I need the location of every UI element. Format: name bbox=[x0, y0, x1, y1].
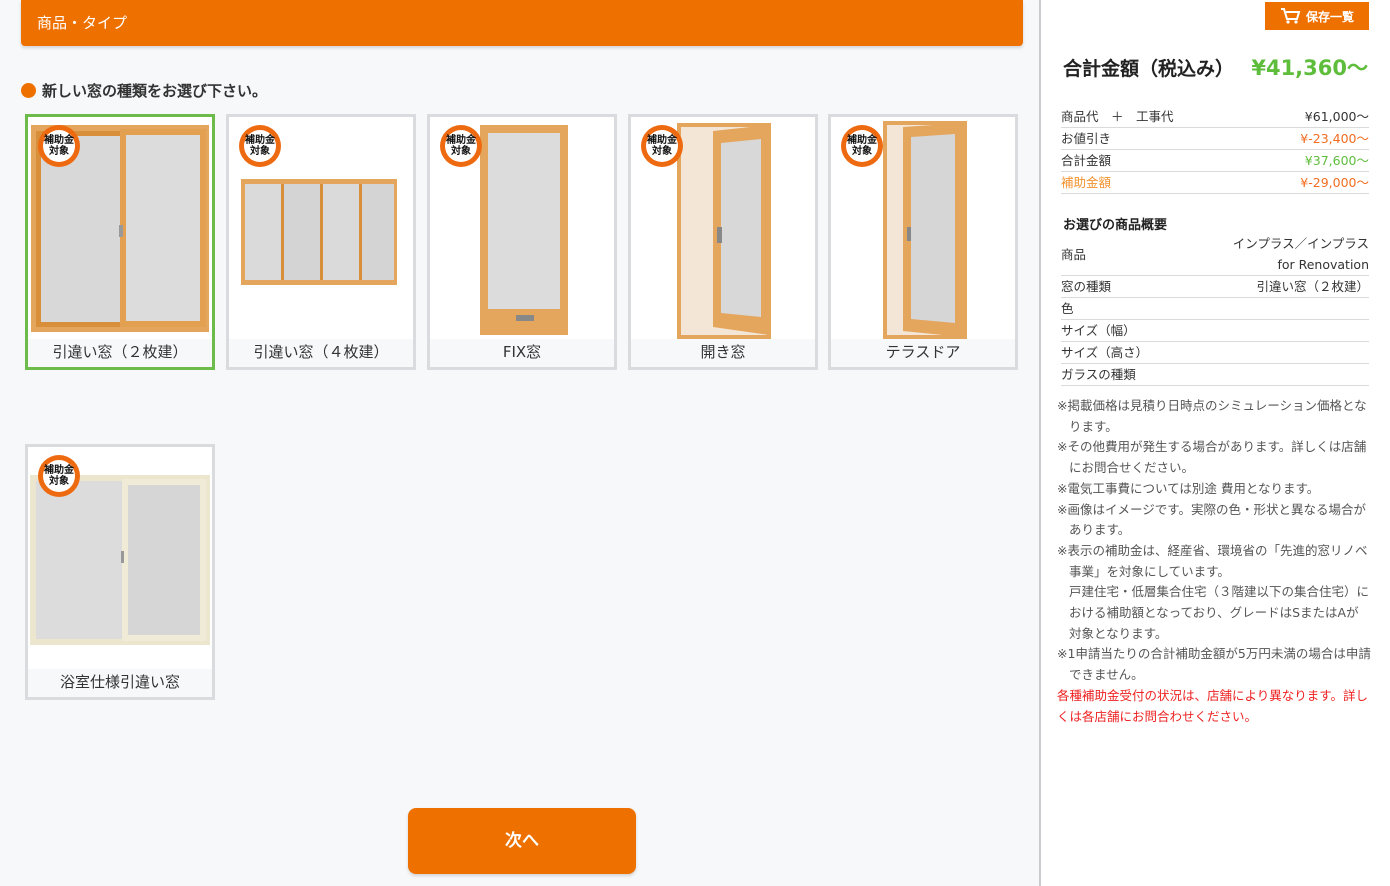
subsidy-badge: 補助金 対象 bbox=[440, 125, 482, 167]
subsidy-badge: 補助金 対象 bbox=[641, 125, 683, 167]
price-row: お値引き ¥-23,400〜 bbox=[1061, 128, 1369, 150]
total-value: ¥41,360〜 bbox=[1251, 56, 1368, 80]
summary-row-value: 引違い窓（２枚建） bbox=[1256, 279, 1369, 294]
price-row-label: 補助金額 bbox=[1061, 175, 1112, 190]
subsidy-badge: 補助金 対象 bbox=[38, 125, 80, 167]
price-row: 補助金額 ¥-29,000〜 bbox=[1061, 172, 1369, 194]
note-item: ※画像はイメージです。実際の色・形状と異なる場合があります。 bbox=[1057, 501, 1366, 538]
note-item: ※掲載価格は見積り日時点のシミュレーション価格となります。 bbox=[1057, 398, 1367, 434]
summary-row-label: 窓の種類 bbox=[1061, 279, 1112, 294]
subsidy-badge-text: 補助金 対象 bbox=[43, 130, 75, 162]
subsidy-badge-text: 補助金 対象 bbox=[846, 130, 878, 162]
price-row: 商品代 ＋ 工事代 ¥61,000〜 bbox=[1061, 106, 1369, 128]
total-label: 合計金額（税込み） bbox=[1063, 57, 1235, 80]
subsidy-badge: 補助金 対象 bbox=[38, 455, 80, 497]
price-row-value: ¥61,000〜 bbox=[1304, 109, 1369, 124]
summary-row-label: サイズ（高さ） bbox=[1061, 345, 1149, 360]
summary-row: ガラスの種類 bbox=[1061, 364, 1369, 386]
section-header: 商品・タイプ bbox=[21, 0, 1023, 46]
prompt: 新しい窓の種類をお選び下さい。 bbox=[21, 80, 267, 101]
subsidy-badge: 補助金 対象 bbox=[239, 125, 281, 167]
prompt-text: 新しい窓の種類をお選び下さい。 bbox=[42, 82, 268, 100]
window-type-card-terrace-door[interactable]: 補助金 対象 テラスドア bbox=[828, 114, 1018, 370]
price-row-label: 合計金額 bbox=[1061, 153, 1112, 168]
card-label: テラスドア bbox=[831, 339, 1015, 367]
price-row-label: お値引き bbox=[1061, 131, 1112, 146]
saved-list-label: 保存一覧 bbox=[1305, 9, 1354, 24]
summary-row: 色 bbox=[1061, 298, 1369, 320]
window-type-card-bathroom-sliding[interactable]: 補助金 対象 浴室仕様引違い窓 bbox=[25, 444, 215, 700]
summary-row: サイズ（幅） bbox=[1061, 320, 1369, 342]
main-panel: 商品・タイプ 新しい窓の種類をお選び下さい。 補助金 対象 引違い窓（２枚建） … bbox=[0, 0, 1040, 886]
card-label: FIX窓 bbox=[430, 339, 614, 367]
summary-row: サイズ（高さ） bbox=[1061, 342, 1369, 364]
subsidy-badge-text: 補助金 対象 bbox=[43, 460, 75, 492]
subsidy-badge-text: 補助金 対象 bbox=[445, 130, 477, 162]
window-type-card-fix[interactable]: 補助金 対象 FIX窓 bbox=[427, 114, 617, 370]
note-item: 戸建住宅・低層集合住宅（３階建以下の集合住宅）における補助額となっており、グレー… bbox=[1069, 584, 1370, 641]
summary-title: お選びの商品概要 bbox=[1063, 218, 1168, 233]
price-row-label: 商品代 ＋ 工事代 bbox=[1061, 109, 1174, 124]
card-label: 開き窓 bbox=[631, 339, 815, 367]
price-row-value: ¥-29,000〜 bbox=[1300, 175, 1369, 190]
summary-row: 窓の種類 引違い窓（２枚建） bbox=[1061, 276, 1369, 298]
summary-row: 商品 インプラス／インプラス for Renovation bbox=[1061, 233, 1369, 276]
subsidy-badge-text: 補助金 対象 bbox=[646, 130, 678, 162]
price-row: 合計金額 ¥37,600〜 bbox=[1061, 150, 1369, 172]
summary-row-value: インプラス／インプラス for Renovation bbox=[1232, 236, 1369, 272]
subsidy-badge: 補助金 対象 bbox=[841, 125, 883, 167]
next-button[interactable]: 次へ bbox=[408, 808, 636, 874]
subsidy-badge-text: 補助金 対象 bbox=[244, 130, 276, 162]
summary-sidebar: 保存一覧 合計金額（税込み） ¥41,360〜 商品代 ＋ 工事代 ¥61,000… bbox=[1041, 0, 1390, 886]
card-label: 引違い窓（２枚建） bbox=[28, 339, 212, 367]
note-item: ※その他費用が発生する場合があります。詳しくは店舗にお問合せください。 bbox=[1057, 439, 1367, 476]
window-type-card-sliding-4[interactable]: 補助金 対象 引違い窓（４枚建） bbox=[226, 114, 416, 370]
summary-row-label: 商品 bbox=[1061, 246, 1087, 262]
window-type-card-casement[interactable]: 補助金 対象 開き窓 bbox=[628, 114, 818, 370]
total-amount: 合計金額（税込み） ¥41,360〜 bbox=[1063, 52, 1368, 82]
cart-icon bbox=[1280, 8, 1301, 24]
price-row-value: ¥-23,400〜 bbox=[1300, 131, 1369, 146]
product-summary: 商品 インプラス／インプラス for Renovation 窓の種類 引違い窓（２枚建… bbox=[1061, 233, 1369, 386]
note-item: ※1申請当たりの合計補助金額が5万円未満の場合は申請できません。 bbox=[1057, 646, 1371, 683]
notes: ※掲載価格は見積り日時点のシミュレーション価格となります。 ※その他費用が発生する… bbox=[1057, 396, 1371, 727]
note-item: ※電気工事費については別途 費用となります。 bbox=[1057, 480, 1320, 496]
summary-row-label: サイズ（幅） bbox=[1061, 323, 1136, 338]
saved-list-button[interactable]: 保存一覧 bbox=[1265, 2, 1369, 30]
bullet-icon bbox=[21, 83, 36, 98]
window-type-card-sliding-2[interactable]: 補助金 対象 引違い窓（２枚建） bbox=[25, 114, 215, 370]
card-label: 引違い窓（４枚建） bbox=[229, 339, 413, 367]
summary-row-label: 色 bbox=[1061, 301, 1074, 316]
price-row-value: ¥37,600〜 bbox=[1304, 153, 1369, 168]
card-label: 浴室仕様引違い窓 bbox=[28, 669, 212, 697]
summary-row-label: ガラスの種類 bbox=[1061, 367, 1136, 382]
price-breakdown: 商品代 ＋ 工事代 ¥61,000〜お値引き ¥-23,400〜合計金額 ¥37,60… bbox=[1061, 106, 1369, 194]
note-item: ※表示の補助金は、経産省、環境省の「先進的窓リノベ事業」を対象にしています。 bbox=[1057, 542, 1368, 579]
subsidy-notice: 各種補助金受付の状況は、店舗により異なります。詳しくは各店舗にお問合わせください… bbox=[1057, 687, 1369, 724]
